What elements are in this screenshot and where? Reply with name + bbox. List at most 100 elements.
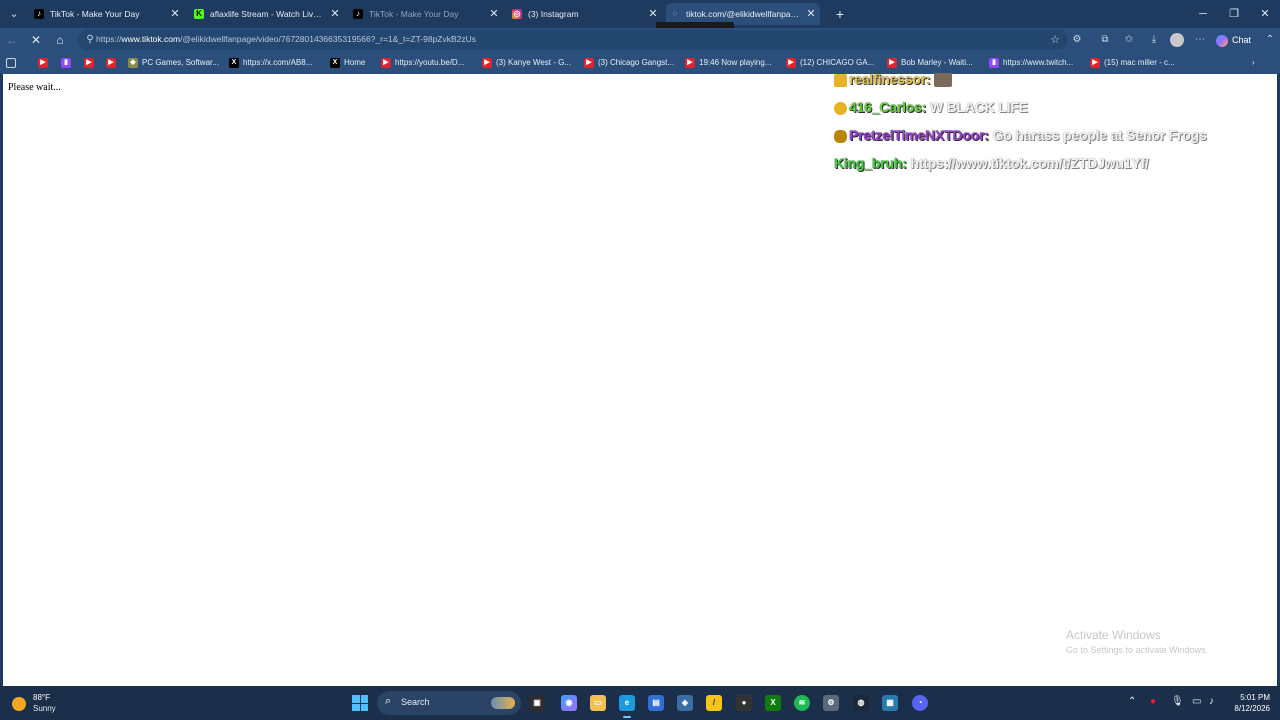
restore-icon[interactable]: ❐ [1224,5,1244,23]
app-icon-monitor[interactable]: ▦ [882,695,898,711]
youtube-icon: ▶ [887,57,897,68]
close-tab-icon[interactable]: ✕ [328,3,342,25]
copilot-icon [1216,34,1228,47]
bookmark-item[interactable]: ▶ https://youtu.be/D... [381,56,464,70]
tray-app-icon[interactable]: ● [1150,696,1156,707]
microphone-icon[interactable]: 🎙︎ [1171,696,1184,707]
bookmark-item[interactable]: ◆ PC Games, Softwar... [128,56,219,70]
copilot-app-icon[interactable]: ◉ [561,695,577,711]
new-tab-button[interactable]: + [831,5,849,23]
bookmark-item[interactable]: ▶ Bob Marley - Waiti... [887,56,973,70]
tab-title: (3) Instagram [528,9,579,19]
more-menu-icon[interactable]: ⋯ [1192,32,1208,48]
close-tab-icon[interactable]: ✕ [487,3,501,25]
bookmark-item[interactable]: ▶ [84,56,98,70]
tab-kick-stream[interactable]: K aflaxlife Stream - Watch Live on Kick … [190,3,344,25]
app-icon-dark[interactable]: ● [736,695,752,711]
page-content: Please wait... realfinessor: 416_Carlos:… [3,71,1277,686]
back-icon[interactable]: ← [3,31,21,49]
favorites-icon[interactable]: ✩ [1121,32,1137,48]
url-text[interactable]: https://www.tiktok.com/@elikidwellfanpag… [96,34,476,44]
bookmark-item[interactable]: ▶ (3) Chicago Gangst... [584,56,674,70]
youtube-icon: ▶ [786,57,796,68]
task-view-icon[interactable]: ▣ [529,695,545,711]
kick-icon: K [194,9,204,19]
loading-icon: ◌ [672,9,678,18]
sun-icon [12,697,26,711]
file-explorer-icon[interactable]: ▭ [590,695,606,711]
address-bar[interactable]: ⚲ https://www.tiktok.com/@elikidwellfanp… [78,30,1068,50]
tab-instagram[interactable]: ◎ (3) Instagram ✕ [508,3,662,25]
windows-taskbar: 88°F Sunny ⌕ Search ▣ ◉ ▭ e ▤ ◈ / ● X ≋ … [0,686,1280,720]
taskbar-search[interactable]: ⌕ Search [377,691,521,715]
bookmark-item[interactable]: ▶ (3) Kanye West - G... [482,56,571,70]
profile-avatar[interactable] [1170,33,1184,47]
settings-icon[interactable]: ⚙ [823,695,839,711]
tab-tiktok-1[interactable]: ♪ TikTok - Make Your Day ✕ [30,3,184,25]
steam-icon[interactable]: ◍ [853,695,869,711]
store-icon[interactable]: ▤ [648,695,664,711]
emote-image [934,73,953,88]
bookmark-item[interactable]: ▶ 19:46 Now playing... [685,56,772,70]
bookmark-item[interactable]: ▮ https://www.twitch... [989,56,1073,70]
discord-icon[interactable]: ◔ [912,695,928,711]
search-highlight-icon [491,697,515,709]
youtube-icon: ▶ [482,57,492,68]
bookmark-item[interactable]: Xhttps://x.com/AB8... [229,56,312,70]
loading-message: Please wait... [8,82,61,93]
tiktok-icon: ♪ [353,9,363,19]
tray-overflow-icon[interactable]: ⌃ [1128,696,1136,707]
copilot-chat-button[interactable]: Chat [1216,32,1251,48]
youtube-icon: ▶ [84,57,94,68]
tab-tiktok-2[interactable]: ♪ TikTok - Make Your Day ✕ [349,3,503,25]
close-window-icon[interactable]: ✕ [1255,5,1275,23]
chat-message: 416_Carlos: W BLACK LIFE [834,99,1028,115]
app-icon-blue[interactable]: ◈ [677,695,693,711]
x-icon: X [330,57,340,68]
tab-strip: ⌄ ♪ TikTok - Make Your Day ✕ K aflaxlife… [0,0,1280,28]
bookmark-item[interactable]: X Home [330,56,365,70]
bookmark-item[interactable]: ▮ [61,56,75,70]
xbox-icon[interactable]: X [765,695,781,711]
edge-icon[interactable]: e [619,695,635,718]
sidebar-expand-icon[interactable]: ⌃ [1262,32,1278,48]
system-clock[interactable]: 5:01 PM 8/12/2026 [1226,692,1270,714]
youtube-icon: ▶ [38,57,48,68]
volume-icon[interactable]: ♪ [1209,696,1214,707]
downloads-icon[interactable]: ⤓ [1146,32,1162,48]
tab-title: TikTok - Make Your Day [369,9,459,19]
instagram-icon: ◎ [512,9,522,19]
minimize-icon[interactable]: ─ [1193,5,1213,23]
bookmark-item[interactable]: ▶ (12) CHICAGO GA... [786,56,874,70]
app-icon-yellow[interactable]: / [706,695,722,711]
close-tab-icon[interactable]: ✕ [804,3,818,25]
tab-title: aflaxlife Stream - Watch Live on Kick [210,9,326,19]
bookmark-item[interactable]: ▶ [38,56,52,70]
network-icon[interactable]: ▭ [1192,696,1201,707]
stop-loading-icon[interactable]: ✕ [27,31,45,49]
favorite-star-icon[interactable]: ☆ [1050,33,1060,46]
close-tab-icon[interactable]: ✕ [168,3,182,25]
youtube-icon: ▶ [584,57,594,68]
bookmarks-menu-icon[interactable] [6,56,20,70]
youtube-icon: ▶ [1090,57,1100,68]
extensions-icon[interactable]: ⚙ [1069,32,1085,48]
twitch-icon: ▮ [989,57,999,68]
home-icon[interactable]: ⌂ [51,31,69,49]
bookmark-item[interactable]: ▶ (15) mac miller - c... [1090,56,1175,70]
site-info-icon[interactable]: ⚲ [84,34,96,46]
tab-actions-menu-icon[interactable]: ⌄ [4,4,24,24]
youtube-icon: ▶ [685,57,695,68]
gift-badge-icon [834,101,847,115]
spotify-icon[interactable]: ≋ [794,695,810,711]
crown-badge-icon [834,73,847,87]
activate-windows-watermark: Activate Windows Go to Settings to activ… [1066,628,1209,655]
start-button[interactable] [352,695,368,711]
split-screen-icon[interactable]: ⧉ [1097,32,1113,48]
more-bookmarks-icon[interactable]: › [1252,56,1255,70]
bookmarks-bar: ▶ ▮ ▶ ▶ ◆ PC Games, Softwar... Xhttps://x… [0,52,1280,74]
pretzel-badge-icon [834,129,847,143]
bookmark-item[interactable]: ▶ [106,56,120,70]
x-icon: X [229,57,239,68]
chat-message: realfinessor: [834,71,953,88]
